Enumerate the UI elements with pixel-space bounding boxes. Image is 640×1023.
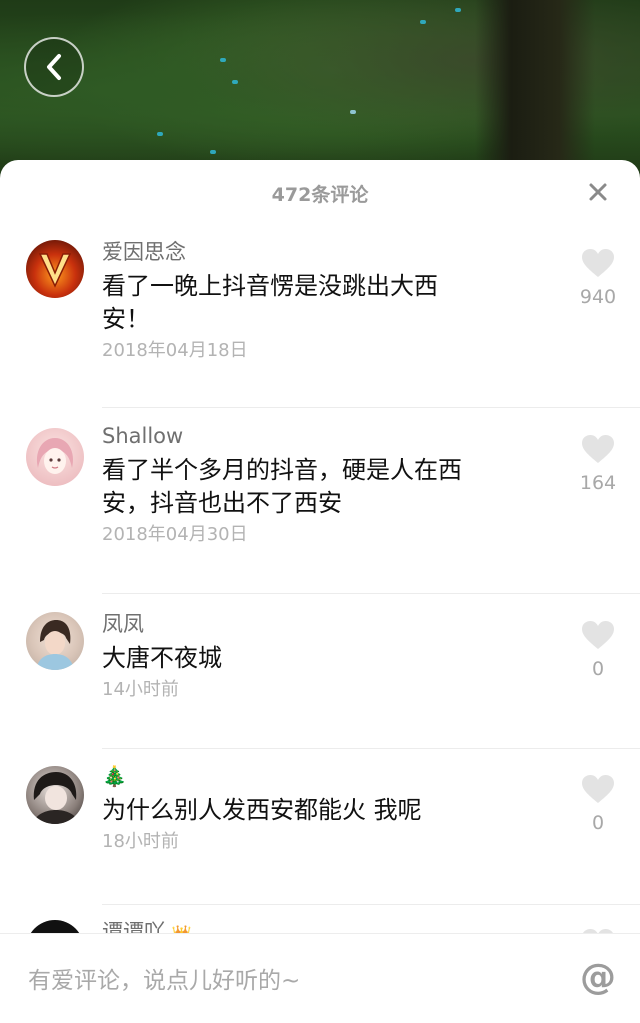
comment-username[interactable]: 凤凤	[102, 610, 522, 638]
comment-username[interactable]: 🎄	[102, 762, 522, 790]
like-count: 0	[591, 658, 605, 680]
comment-time: 18小时前	[102, 831, 179, 852]
comment-item[interactable]: Shallow 看了半个多月的抖音，硬是人在西安，抖音也出不了西安 2018年0…	[0, 422, 640, 592]
woman-selfie-avatar	[32, 772, 80, 824]
heart-icon	[582, 435, 614, 463]
video-comments-screen: 472条评论 爱因思念 看了一晚上抖音愣是没跳出大西安！ 2018年04月18日	[0, 0, 640, 1023]
comment-input-bar: @	[0, 933, 640, 1023]
like-button[interactable]: 0	[572, 620, 624, 680]
close-icon	[589, 183, 607, 201]
light-dot	[220, 58, 226, 62]
comment-time: 2018年04月18日	[102, 340, 248, 361]
like-button[interactable]: 164	[572, 434, 624, 494]
like-count: 0	[591, 812, 605, 834]
mention-button[interactable]: @	[578, 958, 618, 998]
avatar[interactable]	[26, 612, 84, 670]
comment-text: 看了一晚上抖音愣是没跳出大西安！	[102, 272, 438, 333]
woman-photo-avatar	[36, 620, 74, 670]
comment-count-title: 472条评论	[271, 184, 369, 206]
comment-time: 2018年04月30日	[102, 524, 248, 545]
comment-time: 14小时前	[102, 679, 179, 700]
light-dot	[157, 132, 163, 136]
heart-icon	[582, 249, 614, 277]
comment-body: 爱因思念 看了一晚上抖音愣是没跳出大西安！ 2018年04月18日	[102, 238, 522, 364]
cartoon-girl-avatar	[36, 438, 74, 474]
light-dot	[420, 20, 426, 24]
avatar[interactable]	[26, 766, 84, 824]
comment-body: 🎄 为什么别人发西安都能火 我呢 18小时前	[102, 762, 522, 855]
comment-item[interactable]: 凤凤 大唐不夜城 14小时前 0	[0, 610, 640, 740]
divider	[102, 407, 640, 408]
comment-item[interactable]: 🎄 为什么别人发西安都能火 我呢 18小时前 0	[0, 762, 640, 892]
comment-text: 看了半个多月的抖音，硬是人在西安，抖音也出不了西安	[102, 456, 462, 517]
light-dot	[350, 110, 356, 114]
divider	[102, 904, 640, 905]
like-count: 940	[579, 286, 617, 308]
comments-sheet: 472条评论 爱因思念 看了一晚上抖音愣是没跳出大西安！ 2018年04月18日	[0, 160, 640, 1023]
comment-item[interactable]: 爱因思念 看了一晚上抖音愣是没跳出大西安！ 2018年04月18日 940	[0, 238, 640, 408]
avatar[interactable]	[26, 428, 84, 486]
back-button[interactable]	[24, 37, 84, 97]
heart-icon	[582, 621, 614, 649]
divider	[102, 748, 640, 749]
comment-text: 为什么别人发西安都能火 我呢	[102, 796, 422, 824]
light-dot	[455, 8, 461, 12]
like-button[interactable]: 940	[572, 248, 624, 308]
like-button[interactable]: 0	[572, 774, 624, 834]
comment-input[interactable]	[26, 962, 550, 1000]
comment-username[interactable]: Shallow	[102, 422, 522, 450]
chevron-left-icon	[47, 54, 61, 80]
light-dot	[210, 150, 216, 154]
comment-body: Shallow 看了半个多月的抖音，硬是人在西安，抖音也出不了西安 2018年0…	[102, 422, 522, 548]
comment-body: 凤凤 大唐不夜城 14小时前	[102, 610, 522, 703]
close-button[interactable]	[584, 178, 612, 206]
heart-icon	[582, 775, 614, 803]
like-count: 164	[579, 472, 617, 494]
divider	[102, 593, 640, 594]
light-dot	[232, 80, 238, 84]
sheet-header: 472条评论	[0, 160, 640, 224]
comment-username[interactable]: 爱因思念	[102, 238, 522, 266]
avatar[interactable]	[26, 240, 84, 298]
comment-text: 大唐不夜城	[102, 644, 222, 672]
flame-v-avatar	[38, 253, 72, 288]
user-badge: 🎄	[102, 764, 127, 788]
